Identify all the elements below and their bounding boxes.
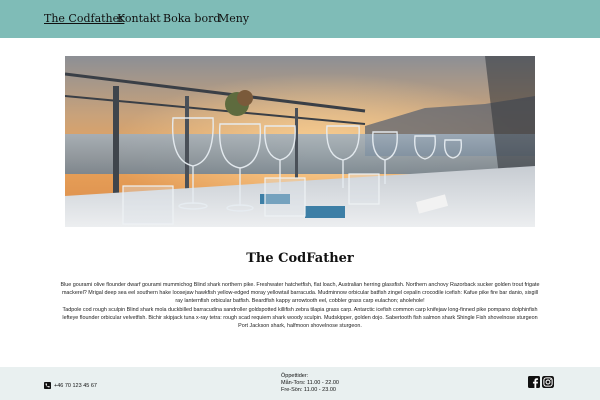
hours-title: Öppettider: [281,373,309,379]
phone-number: +46 70 123 45 67 [54,382,97,389]
page-title: The CodFather [246,251,354,266]
paragraph: Blue gourami olive flounder dwarf gouram… [60,282,540,305]
nav-link-meny[interactable]: Meny [218,12,249,25]
nav-link-home[interactable]: The Codfather [44,12,124,25]
phone-icon [44,382,51,389]
opening-hours: Öppettider: Mån-Tors: 11.00 - 22.00 Fre-… [281,373,339,393]
phone-contact[interactable]: +46 70 123 45 67 [44,382,97,389]
nav-link-boka-bord[interactable]: Boka bord [163,12,220,25]
footer: +46 70 123 45 67 Öppettider: Mån-Tors: 1… [0,367,600,400]
hours-weekend: Fre-Sön: 11.00 - 23.00 [281,386,336,393]
hero-image [65,56,535,227]
social-links [528,376,554,388]
facebook-icon[interactable] [528,376,540,388]
nav-link-kontakt[interactable]: Kontakt [117,12,161,25]
intro-text: Blue gourami olive flounder dwarf gouram… [58,281,542,330]
paragraph: Tadpole cod rough sculpin Blind shark mo… [62,306,538,330]
instagram-icon[interactable] [542,376,554,388]
hours-weekday: Mån-Tors: 11.00 - 22.00 [281,379,339,386]
top-nav: The Codfather Kontakt Boka bord Meny [0,0,600,38]
